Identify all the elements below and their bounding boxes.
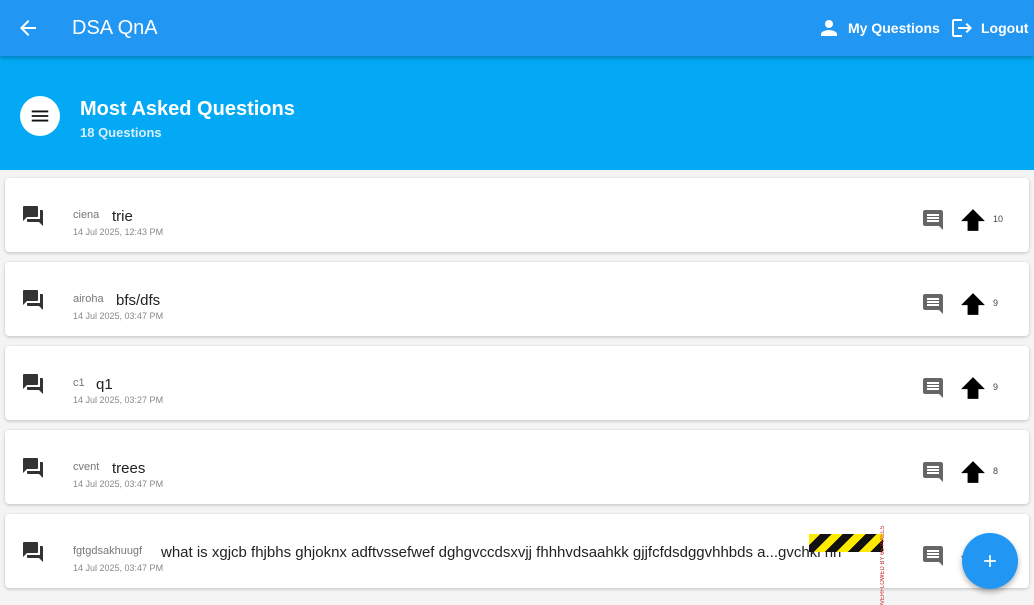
overflow-warning-stripe [809,534,883,552]
question-date: 14 Jul 2025, 03:47 PM [73,311,164,321]
my-questions-label: My Questions [848,20,940,36]
question-date: 14 Jul 2025, 12:43 PM [73,227,164,237]
add-question-button[interactable] [962,533,1018,589]
vote-count: 9 [993,382,999,392]
add-icon [984,555,996,567]
question-card[interactable]: fgtgdsakhuugf what is xgjcb fhjbhs ghjok… [5,514,1029,605]
forum-icon [23,290,43,310]
upvote-icon[interactable] [960,375,986,401]
comment-icon[interactable] [921,544,945,568]
app-bar: DSA QnA My Questions Logout [0,0,1034,56]
logout-icon [952,19,972,37]
app-title: DSA QnA [72,17,158,39]
forum-icon [23,458,43,478]
question-date: 14 Jul 2025, 03:47 PM [73,563,164,573]
company-label: airoha [73,293,104,305]
question-date: 14 Jul 2025, 03:47 PM [73,479,164,489]
question-date: 14 Jul 2025, 03:27 PM [73,395,164,405]
comment-icon[interactable] [921,208,945,232]
company-label: cvent [73,461,100,473]
question-title: what is xgjcb fhjbhs ghjoknx adftvssefwe… [161,544,842,561]
company-label: c1 [73,377,85,389]
comment-icon[interactable] [921,460,945,484]
forum-icon [23,374,43,394]
question-list: ciena trie 14 Jul 2025, 12:43 PM 10 airo… [0,170,1034,605]
forum-icon [23,542,43,562]
logout-button[interactable]: Logout [950,16,1028,40]
comment-icon[interactable] [921,376,945,400]
back-button[interactable] [16,16,40,40]
comment-icon[interactable] [921,292,945,316]
my-questions-button[interactable]: My Questions [817,16,940,40]
question-card[interactable]: airoha bfs/dfs 14 Jul 2025, 03:47 PM 9 [5,262,1029,336]
question-count: 18 Questions [80,125,162,140]
vote-count: 9 [993,298,999,308]
company-label: fgtgdsakhuugf [73,545,143,557]
question-card[interactable]: ciena trie 14 Jul 2025, 12:43 PM 10 [5,178,1029,252]
question-title: q1 [96,376,113,393]
page-title: Most Asked Questions [80,98,295,120]
menu-button[interactable] [20,96,60,136]
question-title: trie [112,208,133,225]
question-title: bfs/dfs [116,292,161,309]
menu-icon [31,110,49,122]
vote-count: 10 [993,214,1004,224]
upvote-icon[interactable] [960,291,986,317]
question-title: trees [112,460,146,477]
vote-count: 8 [993,466,999,476]
question-card[interactable]: cvent trees 14 Jul 2025, 03:47 PM 8 [5,430,1029,504]
arrow-back-icon [20,20,36,36]
page-header: Most Asked Questions 18 Questions [0,56,1034,170]
logout-label: Logout [981,20,1029,36]
upvote-icon[interactable] [960,459,986,485]
forum-icon [23,206,43,226]
person-icon [821,20,837,36]
overflow-warning-text: RIGHT OVERFLOWED BY 65 PIXELS [880,525,886,605]
company-label: ciena [73,209,100,221]
upvote-icon[interactable] [960,207,986,233]
question-card[interactable]: c1 q1 14 Jul 2025, 03:27 PM 9 [5,346,1029,420]
